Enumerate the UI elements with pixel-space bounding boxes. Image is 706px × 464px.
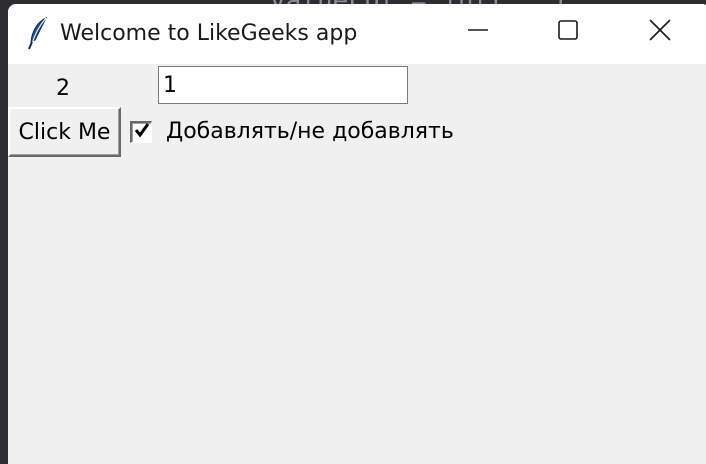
- click-me-button[interactable]: Click Me: [8, 107, 121, 157]
- client-area: 2 Click Me Добавлять/не добавлять: [8, 64, 706, 464]
- tk-feather-icon: [26, 16, 50, 50]
- title-bar[interactable]: Welcome to LikeGeeks app: [8, 4, 706, 64]
- add-checkbox[interactable]: Добавлять/не добавлять: [130, 119, 454, 144]
- checkbox-label: Добавлять/не добавлять: [166, 119, 454, 144]
- maximize-icon: [558, 20, 578, 44]
- app-window: Welcome to LikeGeeks app 2 Click Me: [8, 4, 706, 464]
- minimize-icon: [468, 20, 488, 44]
- text-entry[interactable]: [158, 66, 408, 104]
- window-title: Welcome to LikeGeeks app: [60, 21, 358, 46]
- checkbox-box[interactable]: [130, 120, 152, 143]
- close-icon: [649, 19, 671, 45]
- minimize-button[interactable]: [448, 10, 508, 54]
- checkmark-icon: [134, 122, 150, 142]
- counter-label: 2: [56, 76, 70, 101]
- maximize-button[interactable]: [538, 10, 598, 54]
- close-button[interactable]: [630, 10, 690, 54]
